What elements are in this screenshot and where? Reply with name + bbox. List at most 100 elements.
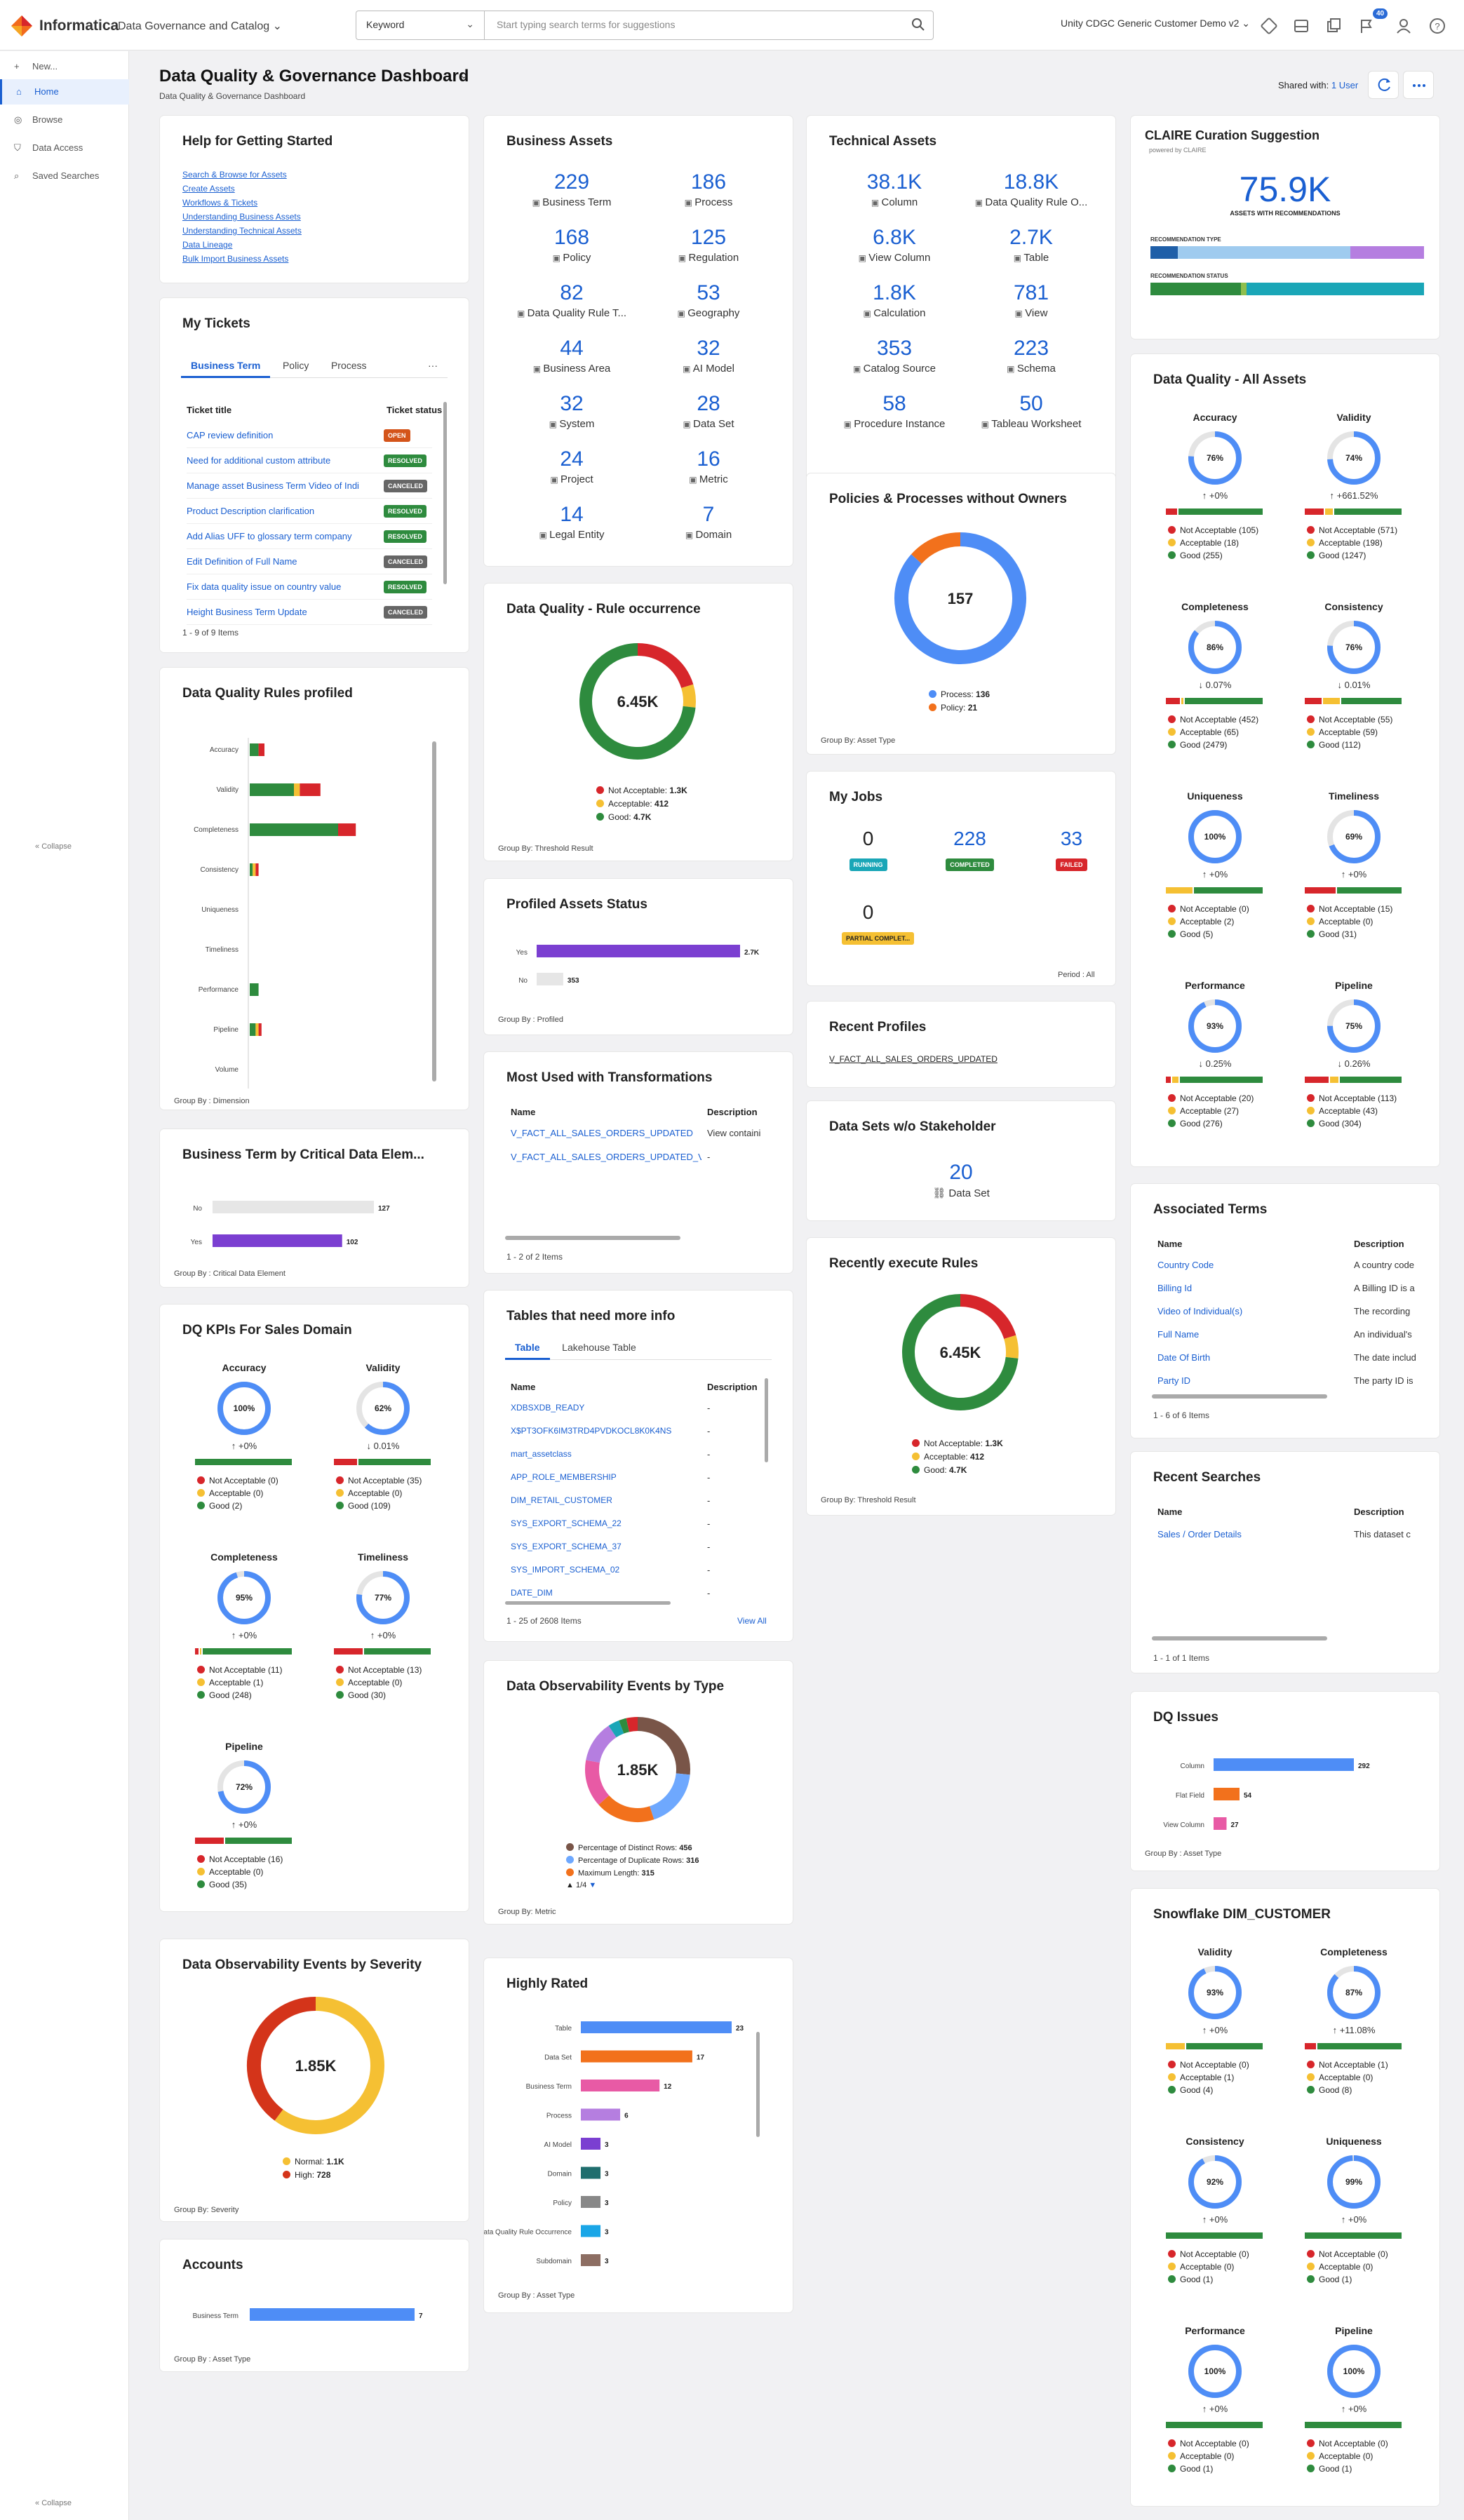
ticket-title[interactable]: Edit Definition of Full Name — [187, 556, 383, 567]
dashboard-menu-chevron-icon[interactable]: ⌄ — [459, 69, 469, 81]
help-link[interactable]: Understanding Business Assets — [182, 210, 302, 224]
asset-metric[interactable]: 14 ▣ Legal Entity — [505, 503, 638, 541]
inbox-icon[interactable] — [1289, 14, 1313, 38]
asset-metric[interactable]: 16 ▣ Metric — [642, 447, 775, 485]
dq-dimension[interactable]: Pipeline 72% ↑ +0% Not Acceptable (16) Accep… — [184, 1741, 304, 1925]
table-row-name[interactable]: DATE_DIM — [511, 1588, 700, 1598]
sidebar-item-data-access[interactable]: ⛉ Data Access — [0, 135, 129, 161]
asset-metric[interactable]: 223 ▣ Schema — [965, 337, 1098, 375]
asset-metric[interactable]: 781 ▣ View — [965, 281, 1098, 319]
org-switcher[interactable]: Unity CDGC Generic Customer Demo v2 ⌄ — [1061, 18, 1250, 29]
dq-dimension[interactable]: Uniqueness 100% ↑ +0% Not Acceptable (0) Acc… — [1155, 790, 1275, 974]
job-status[interactable]: 228 COMPLETED — [943, 828, 996, 871]
user-icon[interactable] — [1392, 14, 1416, 38]
help-link[interactable]: Data Lineage — [182, 238, 302, 252]
recent-profile-link[interactable]: V_FACT_ALL_SALES_ORDERS_UPDATED — [829, 1054, 998, 1064]
rec-type-segment[interactable] — [1350, 246, 1424, 259]
dq-dimension[interactable]: Accuracy 76% ↑ +0% Not Acceptable (105) Acce… — [1155, 412, 1275, 595]
asset-metric[interactable]: 6.8K ▣ View Column — [828, 226, 961, 264]
dq-dimension[interactable]: Pipeline 100% ↑ +0% Not Acceptable (0) Accep… — [1294, 2325, 1413, 2509]
rec-status-segment[interactable] — [1246, 283, 1424, 295]
collapse-button-bottom[interactable]: « Collapse — [35, 2499, 72, 2507]
collapse-button[interactable]: « Collapse — [35, 842, 72, 851]
table-row-name[interactable]: DIM_RETAIL_CUSTOMER — [511, 1495, 700, 1505]
scrollbar[interactable] — [1152, 1636, 1327, 1640]
legend-pager[interactable]: ▲ 1/4 ▼ — [566, 1881, 699, 1889]
help-link[interactable]: Search & Browse for Assets — [182, 168, 302, 182]
dq-dimension[interactable]: Completeness 95% ↑ +0% Not Acceptable (11) A… — [184, 1551, 304, 1735]
tab-process[interactable]: Process — [321, 354, 377, 378]
asset-metric[interactable]: 28 ▣ Data Set — [642, 392, 775, 430]
scrollbar[interactable] — [505, 1236, 680, 1240]
scrollbar[interactable] — [765, 1378, 768, 1462]
sidebar-item-home[interactable]: ⌂ Home — [0, 79, 129, 105]
table-row-name[interactable]: SYS_EXPORT_SCHEMA_37 — [511, 1542, 700, 1551]
rec-status-segment[interactable] — [1240, 283, 1247, 295]
dq-dimension[interactable]: Validity 74% ↑ +661.52% Not Acceptable (571… — [1294, 412, 1413, 595]
table-row-name[interactable]: Country Code — [1157, 1260, 1214, 1270]
search-icon[interactable] — [911, 17, 926, 32]
more-options-button[interactable] — [1403, 71, 1434, 99]
dq-dimension[interactable]: Uniqueness 99% ↑ +0% Not Acceptable (0) Acce… — [1294, 2136, 1413, 2319]
dataset-metric[interactable]: 20 ⛓ Data Set — [894, 1161, 1028, 1199]
table-row-name[interactable]: X$PT3OFK6IM3TRD4PVDKOCL8K0K4NS — [511, 1426, 700, 1436]
tab-lakehouse-table[interactable]: Lakehouse Table — [552, 1336, 646, 1360]
sidebar-item-browse[interactable]: ◎ Browse — [0, 107, 129, 133]
ticket-title[interactable]: Add Alias UFF to glossary term company — [187, 531, 383, 541]
sidebar-item-new[interactable]: + New... — [0, 54, 129, 79]
scrollbar[interactable] — [1152, 1394, 1327, 1399]
rec-status-segment[interactable] — [1150, 283, 1241, 295]
table-row[interactable]: Edit Definition of Full Name CANCELED — [187, 549, 432, 574]
asset-metric[interactable]: 32 ▣ System — [505, 392, 638, 430]
asset-metric[interactable]: 186 ▣ Process — [642, 170, 775, 208]
table-row[interactable]: Height Business Term Update CANCELED — [187, 600, 432, 625]
table-row-name[interactable]: Sales / Order Details — [1157, 1529, 1242, 1539]
asset-metric[interactable]: 1.8K ▣ Calculation — [828, 281, 961, 319]
table-row-name[interactable]: XDBSXDB_READY — [511, 1403, 700, 1413]
dq-dimension[interactable]: Performance 100% ↑ +0% Not Acceptable (0) Ac… — [1155, 2325, 1275, 2509]
ticket-title[interactable]: Manage asset Business Term Video of Indi — [187, 480, 383, 491]
dq-dimension[interactable]: Completeness 87% ↑ +11.08% Not Acceptable (… — [1294, 1946, 1413, 2130]
refresh-button[interactable] — [1368, 71, 1399, 99]
tab-table[interactable]: Table — [505, 1336, 550, 1360]
table-row[interactable]: Product Description clarification RESOLVE… — [187, 499, 432, 524]
dq-dimension[interactable]: Accuracy 100% ↑ +0% Not Acceptable (0) Accep… — [184, 1362, 304, 1546]
table-row-name[interactable]: Video of Individual(s) — [1157, 1306, 1242, 1316]
scrollbar[interactable] — [432, 741, 436, 1082]
table-row-name[interactable]: Full Name — [1157, 1329, 1199, 1340]
asset-metric[interactable]: 82 ▣ Data Quality Rule T... — [505, 281, 638, 319]
dq-dimension[interactable]: Consistency 92% ↑ +0% Not Acceptable (0) Acc… — [1155, 2136, 1275, 2319]
asset-metric[interactable]: 24 ▣ Project — [505, 447, 638, 485]
table-row-name[interactable]: SYS_EXPORT_SCHEMA_22 — [511, 1518, 700, 1528]
help-link[interactable]: Understanding Technical Assets — [182, 224, 302, 238]
tab-policy[interactable]: Policy — [273, 354, 318, 378]
table-row-name[interactable]: APP_ROLE_MEMBERSHIP — [511, 1472, 700, 1482]
asset-metric[interactable]: 38.1K ▣ Column — [828, 170, 961, 208]
asset-metric[interactable]: 7 ▣ Domain — [642, 503, 775, 541]
asset-metric[interactable]: 53 ▣ Geography — [642, 281, 775, 319]
dq-dimension[interactable]: Timeliness 69% ↑ +0% Not Acceptable (15) Acc… — [1294, 790, 1413, 974]
table-row-name[interactable]: mart_assetclass — [511, 1449, 700, 1459]
asset-metric[interactable]: 50 ▣ Tableau Worksheet — [965, 392, 1098, 430]
dq-dimension[interactable]: Timeliness 77% ↑ +0% Not Acceptable (13) Acc… — [323, 1551, 443, 1735]
job-status[interactable]: 0 RUNNING — [842, 828, 894, 871]
scrollbar[interactable] — [443, 402, 447, 584]
asset-metric[interactable]: 2.7K ▣ Table — [965, 226, 1098, 264]
ticket-title[interactable]: Fix data quality issue on country value — [187, 581, 383, 592]
more-icon[interactable]: ··· — [418, 354, 448, 378]
asset-metric[interactable]: 18.8K ▣ Data Quality Rule O... — [965, 170, 1098, 208]
search-input[interactable]: Start typing search terms for suggestion… — [497, 19, 675, 30]
asset-metric[interactable]: 168 ▣ Policy — [505, 226, 638, 264]
asset-metric[interactable]: 58 ▣ Procedure Instance — [828, 392, 961, 430]
ticket-title[interactable]: CAP review definition — [187, 430, 383, 440]
asset-metric[interactable]: 44 ▣ Business Area — [505, 337, 638, 375]
table-row[interactable]: Need for additional custom attribute RESO… — [187, 448, 432, 473]
ticket-title[interactable]: Product Description clarification — [187, 506, 383, 516]
scrollbar[interactable] — [505, 1601, 671, 1605]
copy-icon[interactable] — [1322, 14, 1345, 38]
rec-type-segment[interactable] — [1150, 246, 1178, 259]
product-switcher[interactable]: Data Governance and Catalog ⌄ — [118, 19, 282, 33]
help-icon[interactable]: ? — [1425, 14, 1449, 38]
table-row[interactable]: CAP review definition OPEN — [187, 423, 432, 448]
asset-metric[interactable]: 32 ▣ AI Model — [642, 337, 775, 375]
